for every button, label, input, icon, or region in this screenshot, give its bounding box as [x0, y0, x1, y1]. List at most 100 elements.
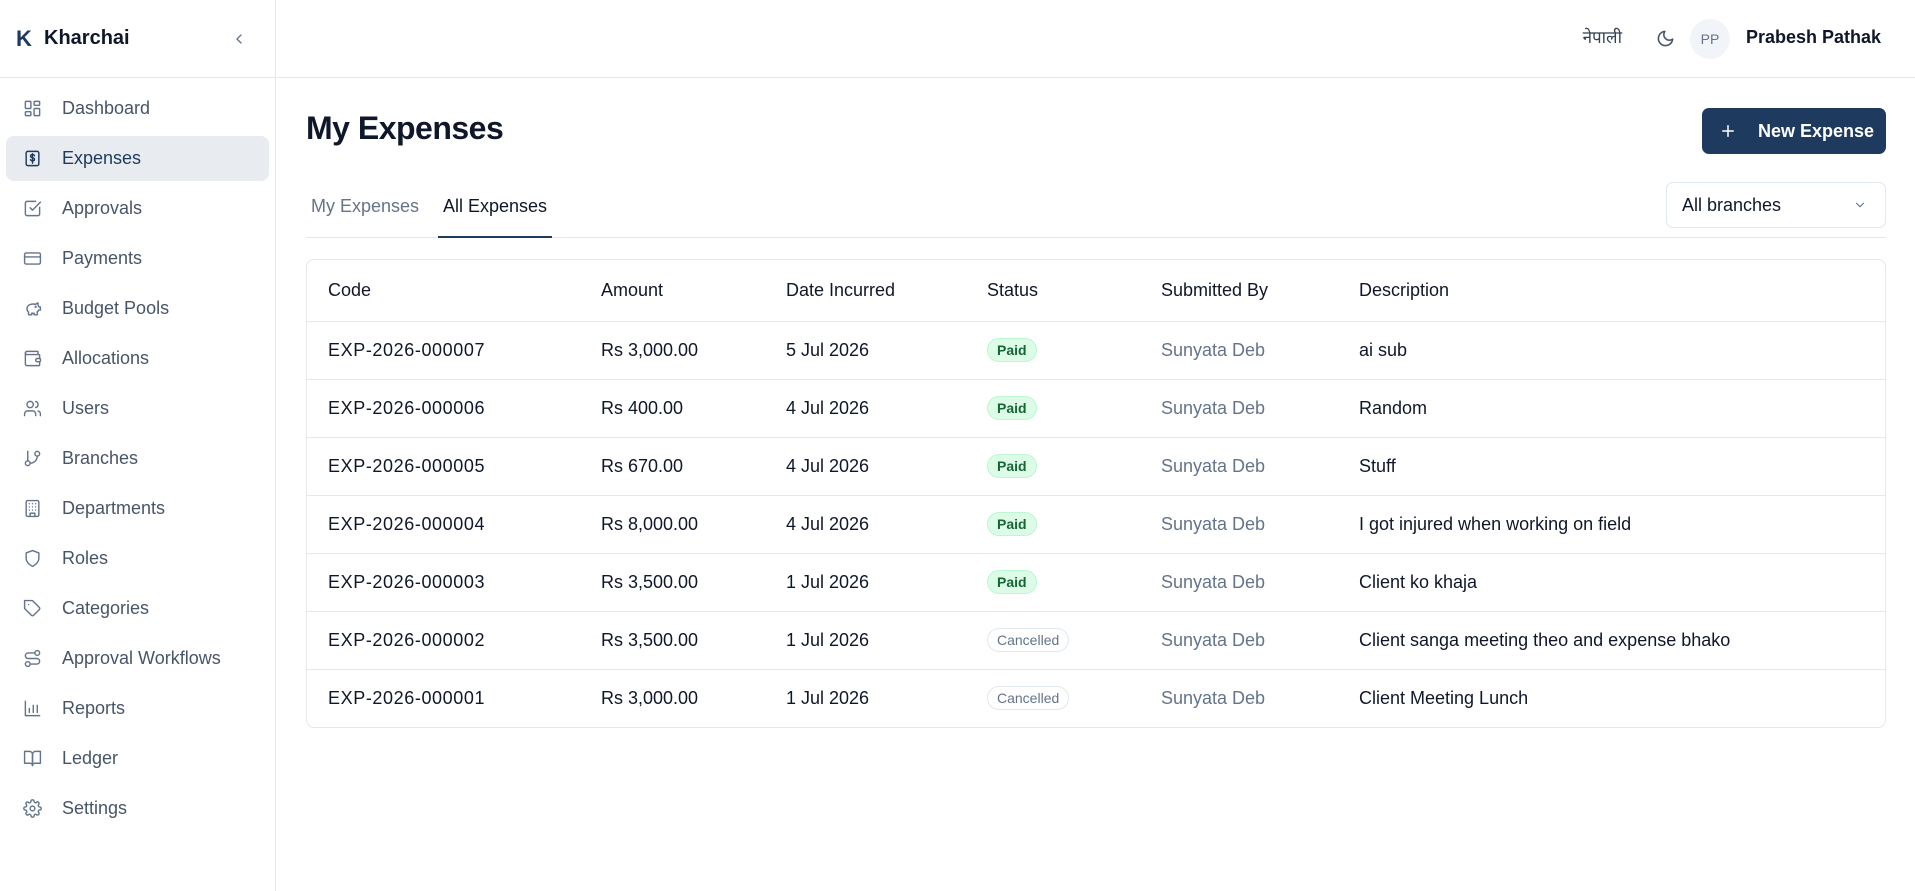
- status-badge: Paid: [987, 338, 1037, 362]
- avatar[interactable]: PP: [1690, 19, 1730, 59]
- top-bar: नेपाली PP Prabesh Pathak: [277, 0, 1915, 78]
- sidebar-item-label: Payments: [62, 248, 143, 268]
- sidebar-item-label: Expenses: [62, 148, 142, 168]
- collapse-sidebar-button[interactable]: [227, 27, 251, 51]
- sidebar-item-branches[interactable]: Branches: [6, 436, 269, 481]
- expense-description: Client sanga meeting theo and expense bh…: [1338, 611, 1885, 670]
- expenses-table: Code Amount Date Incurred Status Submitt…: [306, 259, 1886, 728]
- expense-code[interactable]: EXP-2026-000004: [307, 495, 580, 554]
- building-icon: [21, 498, 43, 520]
- expense-amount: Rs 400.00: [580, 379, 765, 438]
- expense-code[interactable]: EXP-2026-000007: [307, 321, 580, 380]
- expense-date: 4 Jul 2026: [765, 495, 966, 554]
- new-expense-button[interactable]: New Expense: [1702, 108, 1886, 154]
- table-header-row: Code Amount Date Incurred Status Submitt…: [307, 260, 1885, 322]
- brand: K Kharchai: [0, 0, 275, 78]
- check-square-icon: [21, 198, 43, 220]
- expense-code[interactable]: EXP-2026-000002: [307, 611, 580, 670]
- expense-code[interactable]: EXP-2026-000006: [307, 379, 580, 438]
- expense-status-cell: Paid: [966, 553, 1140, 612]
- col-code[interactable]: Code: [307, 260, 580, 322]
- sidebar-item-approval-workflows[interactable]: Approval Workflows: [6, 636, 269, 681]
- credit-card-icon: [21, 248, 43, 270]
- sidebar-item-users[interactable]: Users: [6, 386, 269, 431]
- user-menu[interactable]: Prabesh Pathak: [1746, 27, 1881, 48]
- expense-date: 4 Jul 2026: [765, 437, 966, 496]
- sidebar-item-roles[interactable]: Roles: [6, 536, 269, 581]
- table-row[interactable]: EXP-2026-000001 Rs 3,000.00 1 Jul 2026 Canc…: [307, 669, 1885, 727]
- app-name: Kharchai: [44, 27, 130, 49]
- expense-submitted-by: Sunyata Deb: [1140, 321, 1338, 380]
- sidebar-item-label: Ledger: [62, 748, 119, 768]
- col-amount[interactable]: Amount: [580, 260, 765, 322]
- branch-select[interactable]: All branches: [1666, 182, 1886, 228]
- receipt-icon: [21, 148, 43, 170]
- language-toggle[interactable]: नेपाली: [1583, 25, 1622, 48]
- col-submitted-by[interactable]: Submitted By: [1140, 260, 1338, 322]
- col-status[interactable]: Status: [966, 260, 1140, 322]
- status-badge: Paid: [987, 570, 1037, 594]
- expense-description: Stuff: [1338, 437, 1885, 496]
- sidebar-item-label: Users: [62, 398, 110, 418]
- expense-description: Client ko khaja: [1338, 553, 1885, 612]
- sidebar-item-ledger[interactable]: Ledger: [6, 736, 269, 781]
- sidebar-item-label: Settings: [62, 798, 128, 818]
- expense-submitted-by: Sunyata Deb: [1140, 611, 1338, 670]
- dashboard-icon: [21, 98, 43, 120]
- expense-submitted-by: Sunyata Deb: [1140, 553, 1338, 612]
- sidebar-item-label: Roles: [62, 548, 109, 568]
- expense-code[interactable]: EXP-2026-000005: [307, 437, 580, 496]
- sidebar-item-label: Approval Workflows: [62, 648, 221, 668]
- sidebar-item-departments[interactable]: Departments: [6, 486, 269, 531]
- tab-my-expenses[interactable]: My Expenses: [306, 196, 424, 238]
- table-row[interactable]: EXP-2026-000006 Rs 400.00 4 Jul 2026 Paid Su…: [307, 379, 1885, 438]
- sidebar-item-approvals[interactable]: Approvals: [6, 186, 269, 231]
- workflow-icon: [21, 648, 43, 670]
- sidebar-item-categories[interactable]: Categories: [6, 586, 269, 631]
- table-row[interactable]: EXP-2026-000004 Rs 8,000.00 4 Jul 2026 Paid…: [307, 495, 1885, 554]
- expense-submitted-by: Sunyata Deb: [1140, 495, 1338, 554]
- expense-code[interactable]: EXP-2026-000003: [307, 553, 580, 612]
- expense-date: 1 Jul 2026: [765, 553, 966, 612]
- shield-icon: [21, 548, 43, 570]
- sidebar-item-expenses[interactable]: Expenses: [6, 136, 269, 181]
- table-row[interactable]: EXP-2026-000007 Rs 3,000.00 5 Jul 2026 Paid…: [307, 321, 1885, 380]
- tab-all-expenses[interactable]: All Expenses: [438, 196, 553, 238]
- expense-status-cell: Paid: [966, 437, 1140, 496]
- status-badge: Paid: [987, 454, 1037, 478]
- sidebar-item-budget-pools[interactable]: Budget Pools: [6, 286, 269, 331]
- col-date-incurred[interactable]: Date Incurred: [765, 260, 966, 322]
- expense-status-cell: Paid: [966, 379, 1140, 438]
- table-row[interactable]: EXP-2026-000002 Rs 3,500.00 1 Jul 2026 Canc…: [307, 611, 1885, 670]
- table-row[interactable]: EXP-2026-000005 Rs 670.00 4 Jul 2026 Paid Su…: [307, 437, 1885, 496]
- users-icon: [21, 398, 43, 420]
- expense-status-cell: Paid: [966, 495, 1140, 554]
- sidebar-item-payments[interactable]: Payments: [6, 236, 269, 281]
- sidebar-item-reports[interactable]: Reports: [6, 686, 269, 731]
- status-badge: Paid: [987, 396, 1037, 420]
- plus-icon: [1718, 121, 1738, 141]
- new-expense-label: New Expense: [1758, 120, 1875, 141]
- tag-icon: [21, 598, 43, 620]
- status-badge: Cancelled: [987, 628, 1070, 652]
- theme-toggle[interactable]: [1653, 26, 1677, 50]
- expense-amount: Rs 8,000.00: [580, 495, 765, 554]
- expense-description: Random: [1338, 379, 1885, 438]
- table-row[interactable]: EXP-2026-000003 Rs 3,500.00 1 Jul 2026 Paid…: [307, 553, 1885, 612]
- sidebar-item-label: Dashboard: [62, 98, 151, 118]
- expense-submitted-by: Sunyata Deb: [1140, 437, 1338, 496]
- sidebar-item-dashboard[interactable]: Dashboard: [6, 86, 269, 131]
- expense-code[interactable]: EXP-2026-000001: [307, 669, 580, 727]
- sidebar-item-label: Budget Pools: [62, 298, 170, 318]
- sidebar-item-label: Departments: [62, 498, 166, 518]
- sidebar-item-allocations[interactable]: Allocations: [6, 336, 269, 381]
- expense-date: 1 Jul 2026: [765, 611, 966, 670]
- status-badge: Paid: [987, 512, 1037, 536]
- expense-amount: Rs 3,000.00: [601, 687, 699, 708]
- expense-submitted-by: Sunyata Deb: [1161, 687, 1266, 708]
- sidebar-item-settings[interactable]: Settings: [6, 786, 269, 831]
- page-title: My Expenses: [306, 110, 504, 146]
- col-description[interactable]: Description: [1338, 260, 1885, 322]
- expense-amount: Rs 3,500.00: [580, 553, 765, 612]
- expense-description: I got injured when working on field: [1338, 495, 1885, 554]
